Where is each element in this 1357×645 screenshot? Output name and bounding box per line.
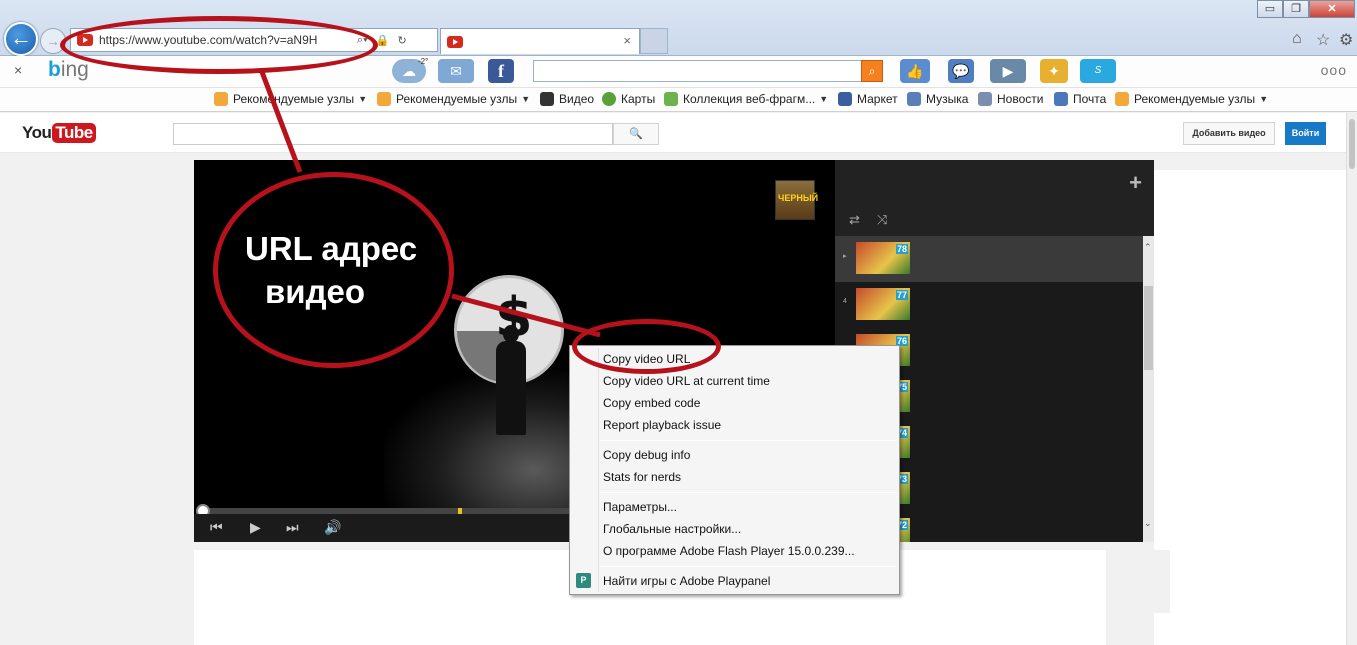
annotation-text-line2: видео (265, 273, 366, 310)
menu-global-settings[interactable]: Глобальные настройки... (570, 518, 899, 540)
annotation-bubble (213, 172, 454, 368)
menu-about-flash[interactable]: О программе Adobe Flash Player 15.0.0.23… (570, 540, 899, 562)
menu-copy-debug-info[interactable]: Copy debug info (570, 444, 899, 466)
connector-to-address (259, 71, 303, 173)
menu-separator (600, 440, 896, 441)
menu-separator (600, 492, 896, 493)
menu-settings[interactable]: Параметры... (570, 496, 899, 518)
annotation-text-line1: URL адрес (245, 230, 418, 267)
menu-separator (600, 566, 896, 567)
menu-find-games[interactable]: P Найти игры с Adobe Playpanel (570, 570, 899, 592)
menu-copy-url-current-time[interactable]: Copy video URL at current time (570, 370, 899, 392)
menu-find-games-label: Найти игры с Adobe Playpanel (603, 574, 771, 588)
menu-copy-embed-code[interactable]: Copy embed code (570, 392, 899, 414)
connector-to-menu (451, 293, 601, 338)
address-highlight-ring (60, 16, 378, 74)
context-menu: Copy video URL Copy video URL at current… (569, 345, 900, 595)
menu-highlight-ring (572, 319, 721, 374)
playpanel-icon: P (576, 573, 591, 588)
menu-stats-for-nerds[interactable]: Stats for nerds (570, 466, 899, 488)
menu-report-playback[interactable]: Report playback issue (570, 414, 899, 436)
